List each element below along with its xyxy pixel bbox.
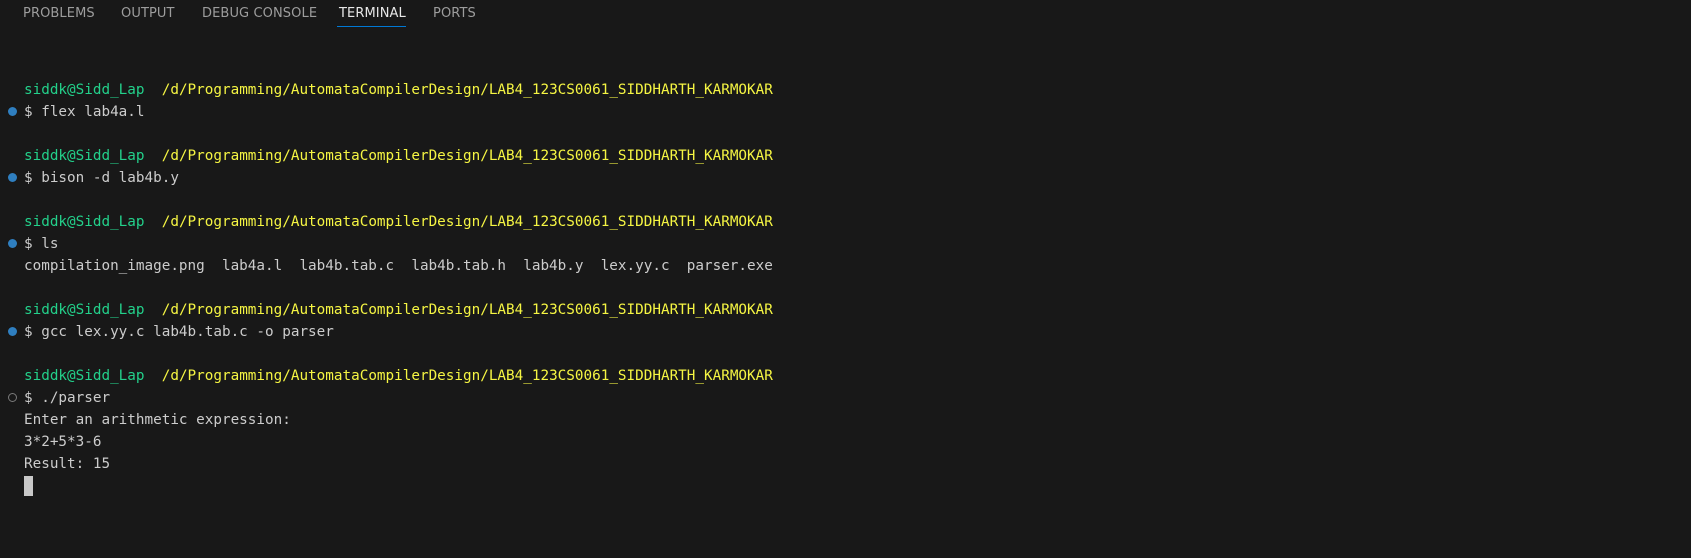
prompt-user: siddk@Sidd_Lap xyxy=(24,148,145,164)
prompt-line: siddk@Sidd_Lap /d/Programming/AutomataCo… xyxy=(24,212,773,232)
prompt-path: /d/Programming/AutomataCompilerDesign/LA… xyxy=(161,82,773,98)
command-success-decoration[interactable] xyxy=(8,327,17,336)
prompt-path: /d/Programming/AutomataCompilerDesign/LA… xyxy=(161,214,773,230)
panel-tab-bar: PROBLEMS OUTPUT DEBUG CONSOLE TERMINAL P… xyxy=(0,0,1691,30)
tab-problems[interactable]: PROBLEMS xyxy=(23,6,95,21)
command-output: compilation_image.png lab4a.l lab4b.tab.… xyxy=(24,258,773,274)
program-result-line: Result: 15 xyxy=(24,456,111,472)
program-output-line: Enter an arithmetic expression: xyxy=(24,412,291,428)
tab-terminal[interactable]: TERMINAL xyxy=(339,6,406,21)
terminal-cursor xyxy=(24,476,33,496)
prompt-user: siddk@Sidd_Lap xyxy=(24,214,145,230)
command-running-decoration[interactable] xyxy=(8,393,17,402)
terminal-output[interactable]: siddk@Sidd_Lap /d/Programming/AutomataCo… xyxy=(0,36,1691,558)
prompt-path: /d/Programming/AutomataCompilerDesign/LA… xyxy=(161,148,773,164)
command-line: $ ls xyxy=(24,236,59,252)
command-line: $ flex lab4a.l xyxy=(24,104,145,120)
command-success-decoration[interactable] xyxy=(8,107,17,116)
tab-output[interactable]: OUTPUT xyxy=(121,6,175,21)
command-line: $ gcc lex.yy.c lab4b.tab.c -o parser xyxy=(24,324,334,340)
tab-ports[interactable]: PORTS xyxy=(433,6,476,21)
prompt-path: /d/Programming/AutomataCompilerDesign/LA… xyxy=(161,368,773,384)
command-success-decoration[interactable] xyxy=(8,173,17,182)
prompt-user: siddk@Sidd_Lap xyxy=(24,368,145,384)
command-line: $ ./parser xyxy=(24,390,111,406)
prompt-line: siddk@Sidd_Lap /d/Programming/AutomataCo… xyxy=(24,80,773,100)
command-success-decoration[interactable] xyxy=(8,239,17,248)
prompt-user: siddk@Sidd_Lap xyxy=(24,302,145,318)
tab-debug-console[interactable]: DEBUG CONSOLE xyxy=(202,6,317,21)
prompt-line: siddk@Sidd_Lap /d/Programming/AutomataCo… xyxy=(24,146,773,166)
program-input-line: 3*2+5*3-6 xyxy=(24,434,102,450)
active-tab-indicator xyxy=(337,26,406,27)
command-line: $ bison -d lab4b.y xyxy=(24,170,179,186)
prompt-user: siddk@Sidd_Lap xyxy=(24,82,145,98)
prompt-path: /d/Programming/AutomataCompilerDesign/LA… xyxy=(161,302,773,318)
prompt-line: siddk@Sidd_Lap /d/Programming/AutomataCo… xyxy=(24,366,773,386)
prompt-line: siddk@Sidd_Lap /d/Programming/AutomataCo… xyxy=(24,300,773,320)
